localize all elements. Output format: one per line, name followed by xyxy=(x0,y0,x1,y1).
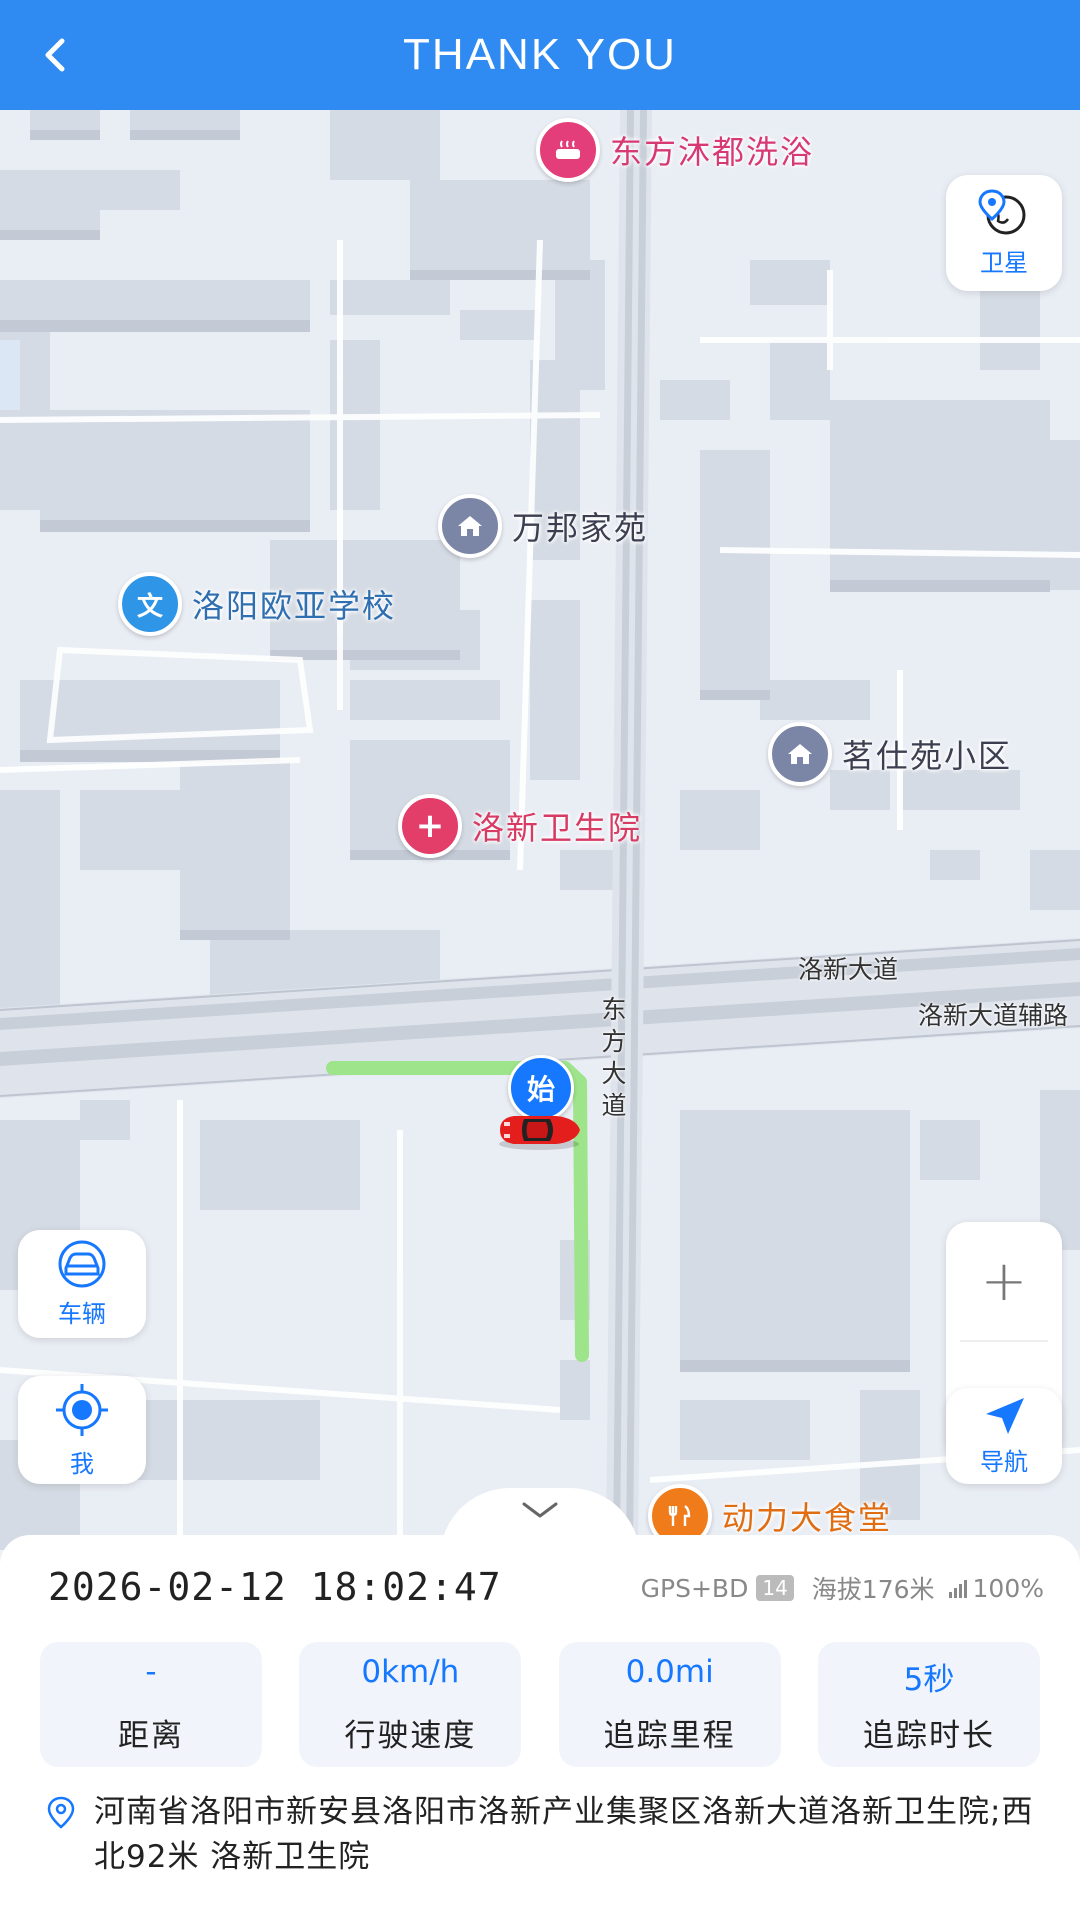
poi-label: 动力大食堂 xyxy=(722,1499,893,1537)
road-label-dongfang-avenue: 东方大道 xyxy=(601,995,627,1120)
car-icon[interactable] xyxy=(494,1108,584,1154)
hospital-icon: + xyxy=(398,794,462,858)
poi-luoyang-ouya-school[interactable]: 文 洛阳欧亚学校 xyxy=(118,572,396,636)
stat-value: 0.0mi xyxy=(625,1654,714,1690)
signal-icon xyxy=(948,1578,969,1598)
globe-pin-icon xyxy=(978,188,1026,234)
address-text: 河南省洛阳市新安县洛阳市洛新产业集聚区洛新大道洛新卫生院;西北92米 洛新卫生院 xyxy=(94,1794,1034,1875)
stats-row: - 距离 0km/h 行驶速度 0.0mi 追踪里程 5秒 追踪时长 xyxy=(40,1642,1040,1767)
datetime: 2026-02-12 18:02:47 xyxy=(48,1565,502,1609)
poi-label: 洛新卫生院 xyxy=(472,809,643,847)
app-header: THANK YOU xyxy=(0,0,1080,110)
navigate-arrow-icon xyxy=(986,1397,1024,1434)
map-view[interactable]: 东方沐都洗浴 万邦家苑 文 洛阳欧亚学校 茗仕苑小区 + 洛新卫生院 动力大食堂… xyxy=(0,110,1080,1550)
residence-icon xyxy=(768,722,832,786)
poi-label: 茗仕苑小区 xyxy=(842,737,1013,775)
satellite-count-badge: 14 xyxy=(756,1575,794,1601)
chevron-down-icon[interactable] xyxy=(520,1496,560,1526)
stat-speed: 0km/h 行驶速度 xyxy=(299,1642,522,1767)
stat-duration: 5秒 追踪时长 xyxy=(817,1642,1040,1767)
poi-wanbang-jiayuan[interactable]: 万邦家苑 xyxy=(438,494,648,558)
vehicle-button[interactable]: 车辆 xyxy=(18,1230,146,1338)
altitude: 海拔176米 xyxy=(811,1575,935,1604)
page-title: THANK YOU xyxy=(403,30,677,79)
gps-status: GPS+BD 14 海拔176米 100% xyxy=(641,1570,1044,1606)
gps-label: GPS+BD xyxy=(640,1573,749,1603)
stat-label: 追踪里程 xyxy=(603,1718,736,1754)
vehicle-icon xyxy=(58,1240,106,1287)
stat-value: - xyxy=(145,1654,157,1690)
navigate-button[interactable]: 导航 xyxy=(946,1388,1062,1484)
poi-dongfang-bath[interactable]: 东方沐都洗浴 xyxy=(536,118,814,182)
locate-icon xyxy=(56,1383,108,1436)
stat-distance: - 距离 xyxy=(40,1642,262,1767)
stat-label: 距离 xyxy=(118,1718,184,1754)
vehicle-label: 车辆 xyxy=(58,1299,106,1328)
poi-label: 东方沐都洗浴 xyxy=(610,133,815,171)
road-label-luoxin-service-road: 洛新大道辅路 xyxy=(918,1001,1069,1030)
road-label-luoxin-avenue: 洛新大道 xyxy=(798,955,899,984)
bath-icon xyxy=(536,118,600,182)
poi-label: 洛阳欧亚学校 xyxy=(192,587,397,625)
poi-luoxin-health-center[interactable]: + 洛新卫生院 xyxy=(398,794,642,858)
zoom-in-button[interactable]: + xyxy=(946,1222,1062,1340)
stat-mileage: 0.0mi 追踪里程 xyxy=(558,1642,781,1767)
location-pin-icon xyxy=(47,1796,75,1829)
me-label: 我 xyxy=(70,1449,94,1478)
stat-value: 5秒 xyxy=(903,1662,955,1698)
stat-label: 行驶速度 xyxy=(344,1718,477,1754)
battery-level: 100% xyxy=(972,1573,1044,1603)
poi-mingshiyuan[interactable]: 茗仕苑小区 xyxy=(768,722,1012,786)
stat-value: 0km/h xyxy=(361,1654,460,1690)
stat-label: 追踪时长 xyxy=(862,1718,995,1754)
poi-label: 万邦家苑 xyxy=(512,509,649,547)
satellite-toggle-button[interactable]: 卫星 xyxy=(946,175,1062,291)
locate-me-button[interactable]: 我 xyxy=(18,1376,146,1484)
residence-icon xyxy=(438,494,502,558)
navigate-label: 导航 xyxy=(980,1447,1028,1476)
satellite-label: 卫星 xyxy=(980,248,1028,277)
school-icon: 文 xyxy=(118,572,182,636)
